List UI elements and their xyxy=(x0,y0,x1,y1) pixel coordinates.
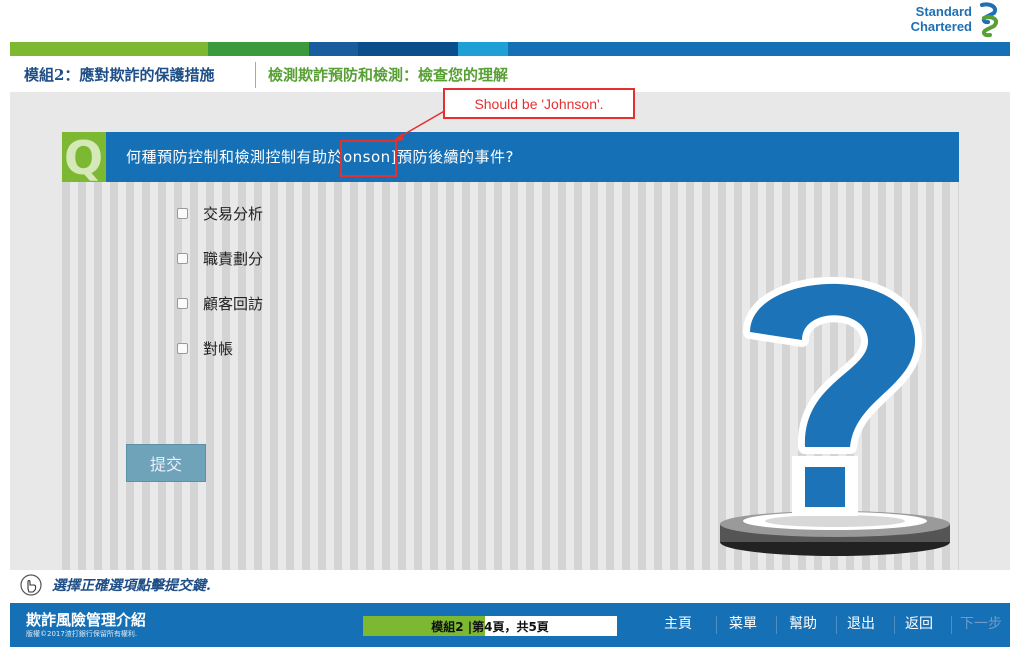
nav-help-button[interactable]: 幫助 xyxy=(789,613,817,633)
submit-button[interactable]: 提交 xyxy=(126,444,206,482)
logo-line-2: Chartered xyxy=(910,19,972,34)
hand-pointer-icon xyxy=(20,574,42,596)
nav-exit-button[interactable]: 退出 xyxy=(847,613,875,633)
logo-text: Standard Chartered xyxy=(904,4,972,34)
module-title: 模組2：應對欺詐的保護措施 xyxy=(24,66,215,84)
logo-mark-icon xyxy=(980,2,999,38)
progress-bar: 模組2 |第4頁，共5頁 xyxy=(363,616,617,636)
question-bar: Q 何種預防控制和檢測控制有助於onson]預防後續的事件? xyxy=(62,131,959,185)
question-mark-icon xyxy=(720,276,950,556)
section-title: 檢測欺詐預防和檢測：檢查您的理解 xyxy=(268,66,509,84)
nav-separator xyxy=(836,616,837,634)
strip-segment-5 xyxy=(458,42,508,56)
annotation-callout: Should be 'Johnson'. xyxy=(443,88,635,119)
nav-separator xyxy=(894,616,895,634)
title-divider xyxy=(255,62,256,88)
logo-line-1: Standard xyxy=(915,4,972,19)
nav-next-button[interactable]: 下一步 xyxy=(960,613,1002,633)
option-4[interactable]: 對帳 xyxy=(177,337,233,359)
question-badge-letter: Q xyxy=(64,131,104,185)
copyright-text: 版權©2017渣打銀行保留所有權利. xyxy=(26,630,138,638)
standard-chartered-logo: Standard Chartered xyxy=(900,2,1010,40)
nav-back-button[interactable]: 返回 xyxy=(905,613,933,633)
strip-segment-4 xyxy=(358,42,458,56)
instruction-row: 選擇正確選項點擊提交鍵. xyxy=(20,572,211,598)
option-4-checkbox[interactable] xyxy=(177,342,188,354)
option-2-label: 職責劃分 xyxy=(203,249,264,268)
strip-segment-3 xyxy=(309,42,358,56)
option-1-checkbox[interactable] xyxy=(177,207,188,219)
nav-separator xyxy=(716,616,717,634)
instruction-text: 選擇正確選項點擊提交鍵. xyxy=(52,578,211,594)
option-3-label: 顧客回訪 xyxy=(203,294,264,313)
option-3[interactable]: 顧客回訪 xyxy=(177,292,263,314)
title-row: 模組2：應對欺詐的保護措施 檢測欺詐預防和檢測：檢查您的理解 xyxy=(10,56,1010,92)
content-area: Q 何種預防控制和檢測控制有助於onson]預防後續的事件? 交易分析 職責劃分… xyxy=(10,92,1010,570)
option-3-checkbox[interactable] xyxy=(177,297,188,309)
option-1[interactable]: 交易分析 xyxy=(177,202,263,224)
nav-separator xyxy=(951,616,952,634)
nav-home-button[interactable]: 主頁 xyxy=(664,613,692,633)
footer-bar: 欺詐風險管理介紹 版權©2017渣打銀行保留所有權利. 模組2 |第4頁，共5頁… xyxy=(10,603,1010,647)
strip-segment-2 xyxy=(208,42,309,56)
option-2[interactable]: 職責劃分 xyxy=(177,247,263,269)
strip-segment-1 xyxy=(10,42,208,56)
option-1-label: 交易分析 xyxy=(203,204,264,223)
option-4-label: 對帳 xyxy=(203,339,234,358)
option-2-checkbox[interactable] xyxy=(177,252,188,264)
strip-segment-6 xyxy=(508,42,1010,56)
course-title: 欺詐風險管理介紹 xyxy=(26,611,147,629)
question-badge: Q xyxy=(62,131,106,185)
nav-menu-button[interactable]: 菜單 xyxy=(729,613,757,633)
header-color-strip xyxy=(10,42,1010,56)
nav-separator xyxy=(776,616,777,634)
progress-text: 模組2 |第4頁，共5頁 xyxy=(431,619,549,634)
